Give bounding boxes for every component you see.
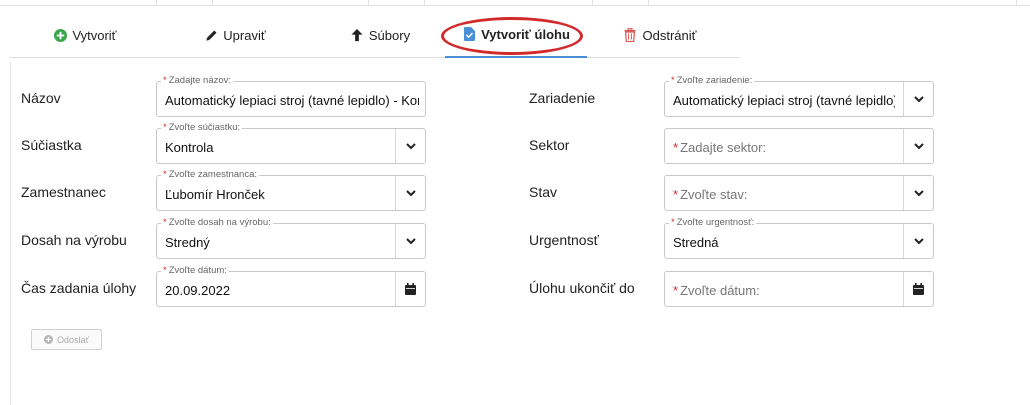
assigned-float-label: Zvoľte dátum: [168,265,227,276]
chevron-down-icon [405,189,416,196]
assigned-calendar-button[interactable] [395,272,425,306]
label-part: Súčiastka [21,137,82,153]
part-dropdown-button[interactable] [395,129,425,163]
label-name: Názov [21,90,61,106]
status-select[interactable]: * Zvoľte stav: [664,175,934,211]
chevron-down-icon [913,237,924,244]
calendar-icon [405,283,416,295]
pencil-icon [204,28,218,42]
employee-float-label: Zvoľte zamestnanca: [168,169,258,180]
tab-delete-label: Odstrániť [642,27,697,43]
tab-create-task-label: Vytvoriť úlohu [481,26,570,42]
part-value: Kontrola [165,140,214,155]
reach-select[interactable]: * Zvoľte dosah na výrobu: Stredný [156,217,426,259]
reach-dropdown-button[interactable] [395,224,425,258]
chevron-down-icon [405,237,416,244]
sector-placeholder: Zadajte sektor: [680,140,767,155]
label-sector: Sektor [529,137,570,153]
sector-select[interactable]: * Zadajte sektor: [664,128,934,164]
tab-create-label: Vytvoriť [72,27,117,43]
chevron-down-icon [913,95,924,102]
label-due: Úlohu ukončiť do [529,280,635,296]
part-select[interactable]: * Zvoľte súčiastku: Kontrola [156,122,426,164]
reach-value: Stredný [165,235,210,250]
name-float-label: Zadajte názov: [168,75,232,86]
status-dropdown-button[interactable] [903,176,933,210]
left-rule [10,62,11,405]
due-calendar-button[interactable] [903,272,933,306]
label-employee: Zamestnanec [21,184,106,200]
reach-float-label: Zvoľte dosah na výrobu: [168,217,271,228]
device-value: Automatický lepiaci stroj (tavné lepidlo… [673,93,895,108]
urgency-select[interactable]: * Zvoľte urgentnosť: Stredná [664,217,934,259]
employee-dropdown-button[interactable] [395,176,425,210]
tab-edit-label: Upraviť [223,27,266,43]
urgency-dropdown-button[interactable] [903,224,933,258]
chevron-down-icon [913,189,924,196]
due-placeholder: Zvoľte dátum: [680,283,760,298]
tab-create[interactable]: Vytvoriť [40,12,130,58]
label-status: Stav [529,184,558,200]
tab-files[interactable]: Súbory [330,12,430,58]
part-float-label: Zvoľte súčiastku: [168,122,241,133]
chevron-down-icon [913,142,924,149]
urgency-float-label: Zvoľte urgentnosť: [676,217,755,228]
employee-select[interactable]: * Zvoľte zamestnanca: Ľubomír Hronček [156,169,426,211]
top-strip [0,0,1030,6]
status-placeholder: Zvoľte stav: [680,187,748,202]
device-float-label: Zvoľte zariadenie: [676,75,753,86]
device-dropdown-button[interactable] [903,82,933,116]
urgency-value: Stredná [673,235,719,250]
plus-circle-icon [44,335,54,344]
label-device: Zariadenie [529,90,596,106]
label-assigned: Čas zadania úlohy [21,280,137,296]
tab-files-label: Súbory [368,27,411,43]
label-reach: Dosah na výrobu [21,232,127,248]
due-date-input[interactable]: * Zvoľte dátum: [664,271,934,307]
chevron-down-icon [405,142,416,149]
arrow-up-icon [350,28,364,42]
assigned-date-input[interactable]: * Zvoľte dátum: 20.09.2022 [156,265,426,307]
tab-delete[interactable]: Odstrániť [610,12,710,58]
calendar-icon [913,283,924,295]
submit-label: Odoslať [57,334,89,345]
assigned-value: 20.09.2022 [165,283,231,298]
plus-circle-icon [53,28,67,42]
submit-button[interactable]: Odoslať [31,329,102,350]
employee-value: Ľubomír Hronček [165,187,265,202]
device-select[interactable]: * Zvoľte zariadenie: Automatický lepiaci … [664,75,934,117]
trash-icon [623,28,637,42]
tab-create-task[interactable]: Vytvoriť úlohu [445,12,587,58]
tab-edit[interactable]: Upraviť [185,12,285,58]
task-document-icon [462,27,476,41]
tab-bar: Vytvoriť Upraviť Súbory Vytvoriť úlohu O… [10,12,740,58]
name-value: Automatický lepiaci stroj (tavné lepidlo… [165,93,419,108]
sector-dropdown-button[interactable] [903,129,933,163]
name-input[interactable]: * Zadajte názov: Automatický lepiaci stro… [156,75,426,117]
label-urgency: Urgentnosť [529,232,599,248]
